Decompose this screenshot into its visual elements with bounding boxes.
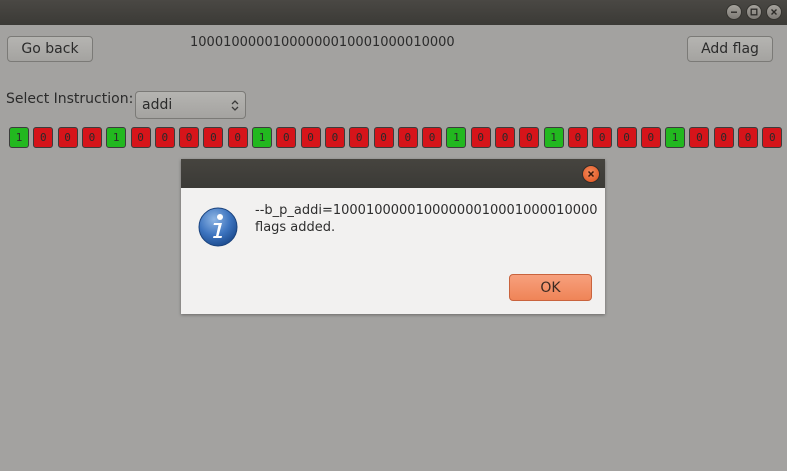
bit-toggle[interactable]: 1 [665,127,686,148]
bit-toggle[interactable]: 0 [567,127,588,148]
ok-button[interactable]: OK [509,274,592,301]
select-arrows-icon [231,100,239,111]
bit-toggle[interactable]: 0 [470,127,491,148]
dialog-message-line2: flags added. [255,220,336,235]
bit-toggle[interactable]: 0 [616,127,637,148]
bit-toggle[interactable]: 0 [349,127,370,148]
bit-toggle[interactable]: 0 [179,127,200,148]
bit-toggle[interactable]: 0 [227,127,248,148]
bit-toggle[interactable]: 0 [300,127,321,148]
bit-toggle[interactable]: 0 [154,127,175,148]
bit-toggle[interactable]: 1 [543,127,564,148]
bit-toggle[interactable]: 0 [130,127,151,148]
window-titlebar [0,0,787,25]
bit-toggle[interactable]: 0 [373,127,394,148]
bit-toggle[interactable]: 1 [446,127,467,148]
bit-toggle[interactable]: 0 [495,127,515,148]
bit-toggle[interactable]: 0 [324,127,345,148]
bit-toggle[interactable]: 0 [57,127,78,148]
bit-toggle[interactable]: 0 [519,127,540,148]
bit-toggle[interactable]: 0 [33,127,54,148]
add-flag-button[interactable]: Add flag [687,36,773,62]
bit-toggle[interactable]: 0 [203,127,224,148]
bit-toggle[interactable]: 0 [713,127,734,148]
bit-toggle[interactable]: 0 [592,127,613,148]
maximize-icon[interactable] [746,4,762,20]
bit-toggle[interactable]: 0 [689,127,710,148]
instruction-select[interactable]: addi [135,91,246,119]
bit-toggle[interactable]: 0 [422,127,443,148]
bit-toggle[interactable]: 0 [640,127,661,148]
close-icon[interactable] [766,4,782,20]
bit-toggle[interactable]: 1 [252,127,272,148]
dialog-titlebar [181,159,605,188]
dialog-message: --b_p_addi=10001000001000000010001000010… [255,202,598,236]
info-dialog: --b_p_addi=10001000001000000010001000010… [181,159,605,314]
go-back-button[interactable]: Go back [7,36,93,62]
bit-toggle[interactable]: 0 [762,127,783,148]
dialog-close-icon[interactable] [582,165,600,183]
dialog-message-line1: --b_p_addi=10001000001000000010001000010… [255,203,598,218]
select-instruction-label: Select Instruction: [6,91,134,107]
bit-toggle[interactable]: 1 [9,127,29,148]
instruction-select-value: addi [142,97,173,113]
bit-toggle[interactable]: 0 [276,127,297,148]
bit-toggle[interactable]: 0 [81,127,102,148]
bit-toggle[interactable]: 0 [738,127,758,148]
minimize-icon[interactable] [726,4,742,20]
info-icon [198,207,238,247]
bit-toggle[interactable]: 0 [397,127,418,148]
bit-toggle[interactable]: 1 [106,127,127,148]
binary-string-label: 10001000001000000010001000010000 [190,35,455,50]
